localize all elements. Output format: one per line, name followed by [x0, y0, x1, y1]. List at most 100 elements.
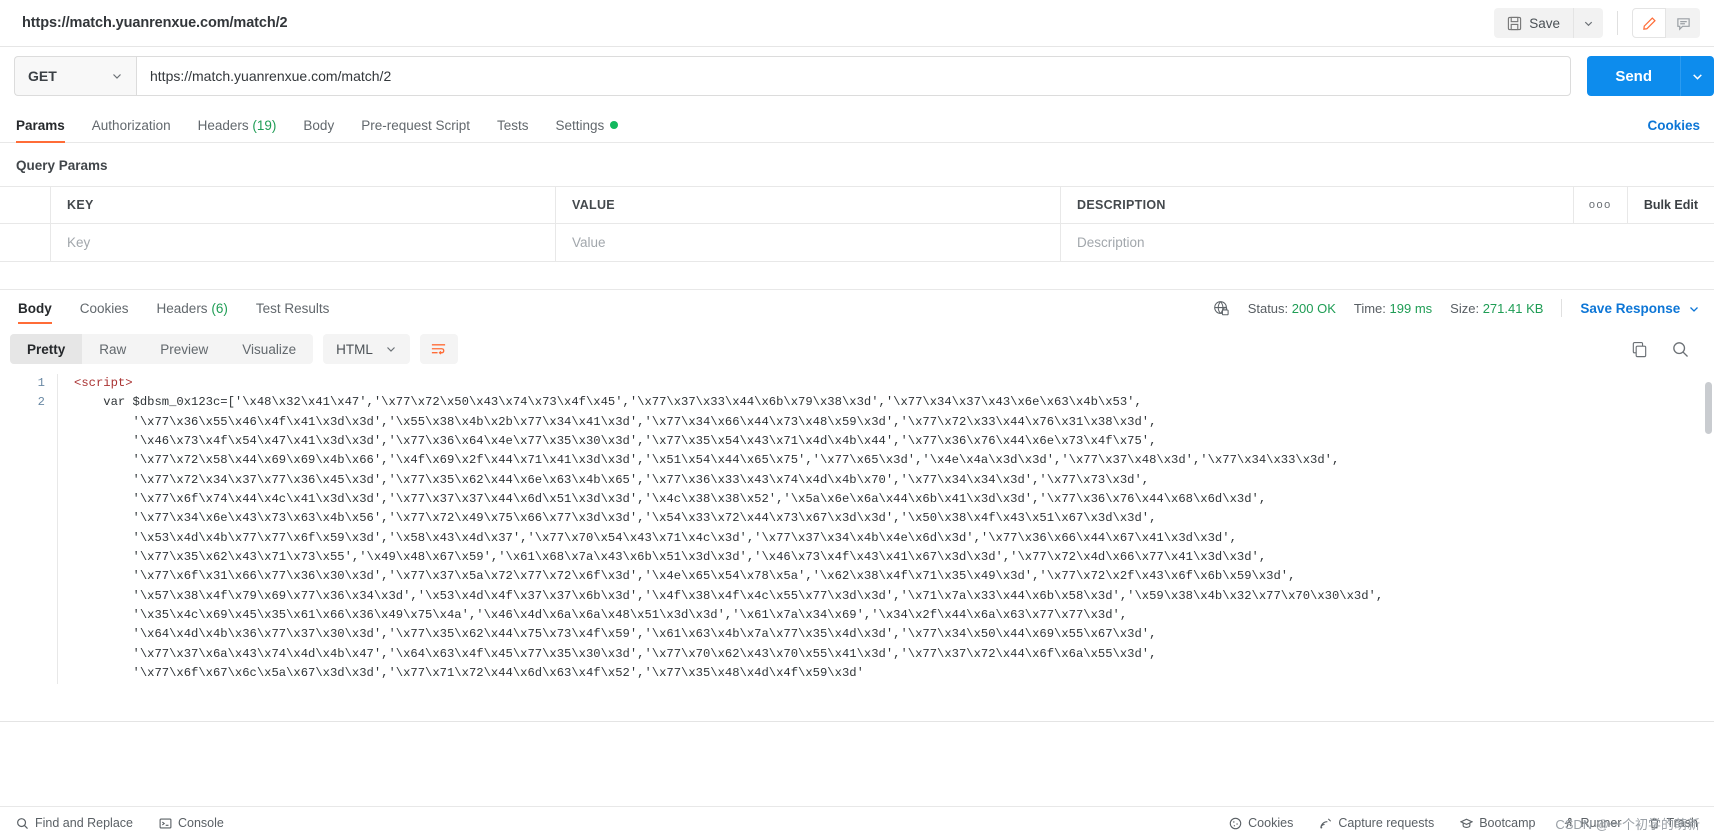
save-dropdown-button[interactable]	[1573, 8, 1603, 38]
response-tabs: Body Cookies Headers (6) Test Results St…	[0, 290, 1714, 324]
response-tab-test-results[interactable]: Test Results	[248, 301, 338, 324]
tab-authorization[interactable]: Authorization	[92, 118, 171, 142]
column-header-value: VALUE	[556, 187, 1061, 223]
console-button[interactable]: Console	[159, 816, 224, 830]
code-content: <script> var $dbsm_0x123c=['\x48\x32\x41…	[57, 374, 1383, 684]
response-tab-test-results-label: Test Results	[255, 301, 330, 316]
status-bar-right: Cookies Capture requests Bootcamp Runner…	[1203, 816, 1698, 830]
runner-button[interactable]: Runner	[1562, 816, 1622, 830]
tab-tests[interactable]: Tests	[497, 118, 529, 142]
trash-button[interactable]: Trash	[1648, 816, 1698, 830]
capture-requests-button[interactable]: Capture requests	[1319, 816, 1434, 830]
bootcamp-button[interactable]: Bootcamp	[1460, 816, 1536, 830]
cookies-link[interactable]: Cookies	[1647, 118, 1700, 142]
console-icon	[159, 817, 172, 830]
send-dropdown-button[interactable]	[1680, 56, 1714, 96]
response-format-select[interactable]: HTML	[323, 334, 410, 364]
tab-pre-request-script[interactable]: Pre-request Script	[361, 118, 470, 142]
trash-icon	[1648, 817, 1661, 830]
line-number-gutter: 12	[0, 374, 57, 684]
top-bar: https://match.yuanrenxue.com/match/2 Sav…	[0, 0, 1714, 47]
save-button-label: Save	[1529, 15, 1560, 31]
more-options-icon[interactable]: ooo	[1572, 187, 1628, 223]
floppy-disk-icon	[1507, 16, 1522, 31]
http-method-label: GET	[28, 68, 57, 84]
tab-body-label: Body	[303, 118, 335, 133]
description-input-cell[interactable]: Description	[1061, 224, 1714, 261]
tab-settings[interactable]: Settings	[556, 118, 619, 142]
code-editor[interactable]: 12 <script> var $dbsm_0x123c=['\x48\x32\…	[0, 374, 1714, 684]
tab-body[interactable]: Body	[303, 118, 334, 142]
tab-headers[interactable]: Headers (19)	[198, 118, 277, 142]
size-value: 271.41 KB	[1482, 300, 1544, 316]
value-input-cell[interactable]: Value	[556, 224, 1061, 261]
search-icon	[16, 817, 29, 830]
globe-lock-icon	[1213, 300, 1230, 317]
view-mode-visualize[interactable]: Visualize	[225, 334, 313, 364]
query-params-table: KEY VALUE DESCRIPTION ooo Bulk Edit Key …	[0, 186, 1714, 262]
comment-icon	[1676, 16, 1691, 31]
find-and-replace-label: Find and Replace	[35, 816, 133, 830]
tab-settings-label: Settings	[555, 118, 605, 133]
chevron-down-icon	[385, 343, 397, 355]
column-header-description: DESCRIPTION	[1077, 198, 1166, 212]
line-number: 1	[37, 376, 45, 390]
satellite-icon	[1319, 817, 1332, 830]
vertical-scrollbar[interactable]	[1705, 382, 1712, 434]
toolbar-divider	[1617, 11, 1618, 35]
save-button[interactable]: Save	[1494, 8, 1573, 38]
column-header-key: KEY	[51, 187, 556, 223]
send-button-group: Send	[1587, 56, 1714, 96]
cookie-icon	[1229, 817, 1242, 830]
response-separator	[0, 262, 1714, 290]
status-bar: Find and Replace Console Cookies Capture…	[0, 806, 1714, 839]
request-tabs: Params Authorization Headers (19) Body P…	[0, 105, 1714, 143]
settings-modified-dot-icon	[610, 121, 619, 129]
query-params-empty-row: Key Value Description	[0, 224, 1714, 262]
status-value: 200 OK	[1291, 300, 1336, 316]
bootcamp-label: Bootcamp	[1479, 816, 1536, 830]
save-response-button[interactable]: Save Response	[1580, 301, 1700, 316]
http-method-select[interactable]: GET	[14, 56, 136, 96]
response-tab-headers[interactable]: Headers (6)	[149, 301, 236, 324]
response-tab-cookies[interactable]: Cookies	[72, 301, 137, 324]
edit-mode-button[interactable]	[1632, 8, 1666, 38]
save-button-group: Save	[1494, 8, 1603, 38]
request-title: https://match.yuanrenxue.com/match/2	[22, 15, 288, 31]
capture-requests-label: Capture requests	[1338, 816, 1435, 830]
view-mode-preview[interactable]: Preview	[143, 334, 225, 364]
response-tab-body-label: Body	[18, 301, 52, 316]
code-bottom-border	[0, 721, 1714, 722]
query-params-title: Query Params	[16, 158, 108, 173]
copy-icon[interactable]	[1630, 340, 1649, 359]
tab-authorization-label: Authorization	[91, 118, 171, 133]
time-label: Time:	[1353, 300, 1386, 316]
response-body-viewer[interactable]: 12 <script> var $dbsm_0x123c=['\x48\x32\…	[0, 374, 1714, 722]
search-icon[interactable]	[1671, 340, 1690, 359]
response-tab-cookies-label: Cookies	[79, 301, 129, 316]
tab-tests-label: Tests	[497, 118, 529, 133]
send-button[interactable]: Send	[1587, 56, 1680, 96]
cookies-button[interactable]: Cookies	[1229, 816, 1293, 830]
row-checkbox-cell[interactable]	[0, 224, 51, 261]
tab-headers-count: (19)	[252, 118, 277, 133]
tab-pre-request-script-label: Pre-request Script	[361, 118, 470, 133]
key-input-cell[interactable]: Key	[51, 224, 556, 261]
response-tools	[1630, 340, 1700, 359]
tab-params-label: Params	[16, 118, 65, 133]
save-response-label: Save Response	[1580, 300, 1681, 316]
comment-mode-button[interactable]	[1666, 8, 1700, 38]
word-wrap-button[interactable]	[419, 334, 458, 364]
word-wrap-icon	[430, 341, 447, 358]
tab-params[interactable]: Params	[16, 118, 65, 143]
response-tab-body[interactable]: Body	[10, 301, 60, 324]
view-mode-pretty[interactable]: Pretty	[10, 334, 83, 364]
url-input[interactable]: https://match.yuanrenxue.com/match/2	[136, 56, 1572, 96]
meta-divider	[1561, 299, 1563, 317]
top-bar-actions: Save	[1494, 8, 1700, 38]
console-label: Console	[177, 816, 224, 830]
chevron-down-icon	[111, 70, 123, 82]
find-and-replace-button[interactable]: Find and Replace	[16, 816, 133, 830]
view-mode-raw[interactable]: Raw	[82, 334, 143, 364]
bulk-edit-button[interactable]: Bulk Edit	[1628, 187, 1714, 223]
